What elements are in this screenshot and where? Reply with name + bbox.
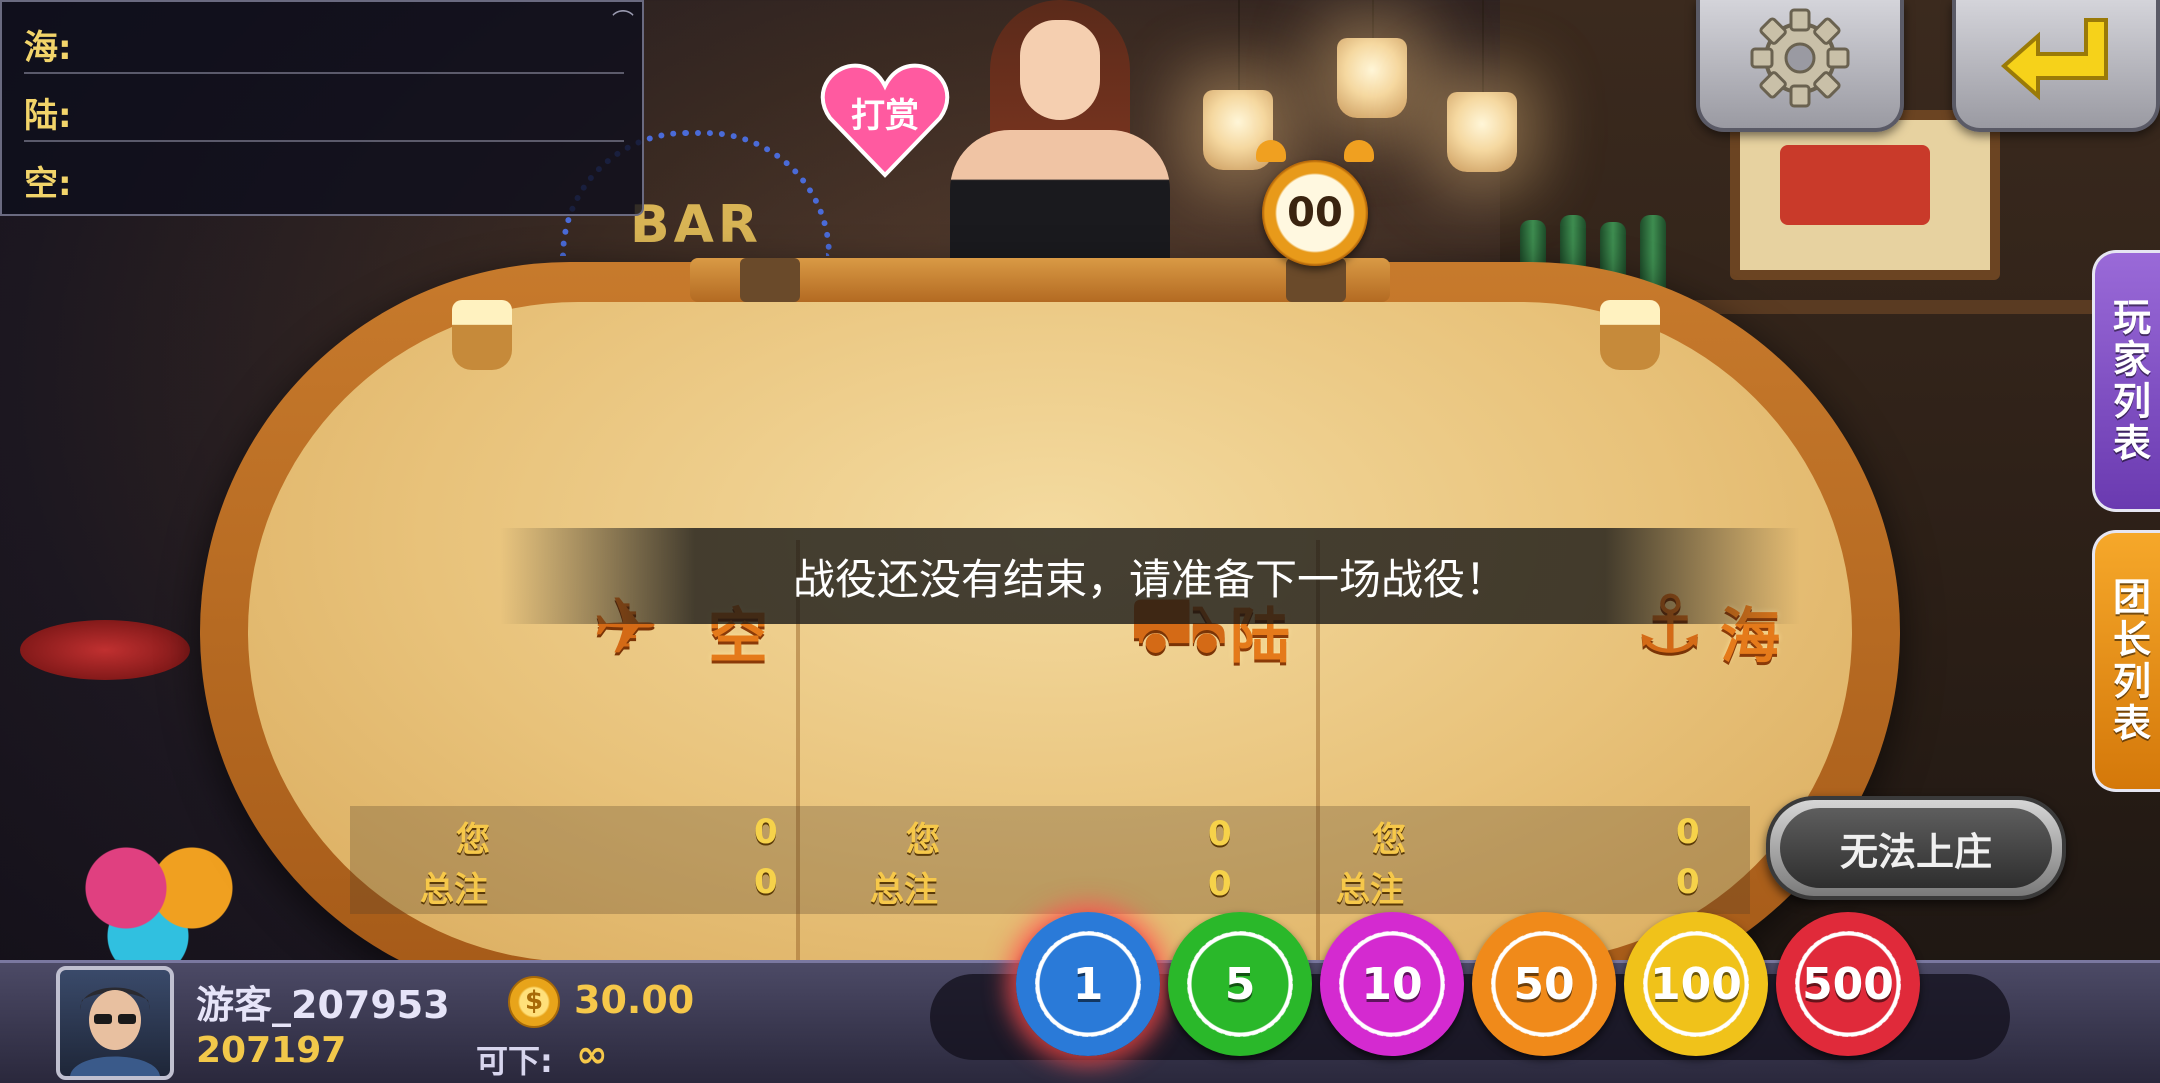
panel-row-air: 空: xyxy=(24,142,624,208)
total-value: 0 xyxy=(1208,864,1232,904)
chip-value: 1 xyxy=(1072,958,1104,1010)
chip-value: 10 xyxy=(1361,958,1423,1010)
bar-stool xyxy=(20,620,190,680)
total-label: 总注 xyxy=(420,870,488,910)
leader-list-label: 团长列表 xyxy=(2106,577,2151,745)
lamp-cord xyxy=(1238,0,1240,95)
panel-label-air: 空: xyxy=(24,164,72,204)
panel-corner-icon: ⌒ xyxy=(611,10,634,35)
settings-button[interactable] xyxy=(1696,0,1904,132)
bet-summary-panel: 海: 陆: 空: ⌒ xyxy=(0,0,644,216)
bar-sign: BAR xyxy=(630,195,762,255)
ceiling-lamp xyxy=(1447,92,1517,172)
pool-balls xyxy=(60,840,280,960)
you-label: 您 xyxy=(456,820,490,860)
total-label: 总注 xyxy=(870,870,938,910)
back-button[interactable] xyxy=(1952,0,2160,132)
panel-label-sea: 海: xyxy=(24,28,72,68)
lamp-cord xyxy=(1482,0,1484,95)
total-value: 0 xyxy=(754,862,778,902)
clock-bell xyxy=(1256,140,1286,162)
dealer-body xyxy=(950,130,1170,270)
chip-100[interactable]: 100 xyxy=(1624,912,1768,1056)
player-name: 游客_207953 xyxy=(196,983,450,1027)
chip-500[interactable]: 500 xyxy=(1776,912,1920,1056)
coin-balance: 30.00 xyxy=(574,978,695,1022)
can-bet-label: 可下: xyxy=(476,1042,553,1080)
chip-value: 50 xyxy=(1513,958,1575,1010)
ceiling-lamp xyxy=(1337,38,1407,118)
dealer-face xyxy=(1020,20,1100,120)
you-label: 您 xyxy=(906,820,940,860)
you-value: 0 xyxy=(1208,814,1232,854)
countdown-timer: 00 xyxy=(1287,190,1343,236)
snack-cup xyxy=(1600,300,1660,370)
you-value: 0 xyxy=(1676,812,1700,852)
rail-rivet xyxy=(740,258,800,302)
you-label: 您 xyxy=(1372,820,1406,860)
player-list-tab[interactable]: 玩家列表 xyxy=(2092,250,2160,512)
avatar-portrait xyxy=(70,987,160,1076)
become-banker-button[interactable]: 无法上庄 xyxy=(1766,796,2066,900)
stats-band xyxy=(350,806,1750,914)
chip-5[interactable]: 5 xyxy=(1168,912,1312,1056)
coin-icon: $ xyxy=(508,976,560,1028)
panel-label-land: 陆: xyxy=(24,96,72,136)
clock-bell xyxy=(1344,140,1374,162)
player-list-label: 玩家列表 xyxy=(2106,297,2151,465)
status-message: 战役还没有结束，请准备下一场战役！ xyxy=(792,555,1507,604)
chip-value: 500 xyxy=(1802,958,1894,1010)
you-value: 0 xyxy=(754,812,778,852)
chip-50[interactable]: 50 xyxy=(1472,912,1616,1056)
chip-1[interactable]: 1 xyxy=(1016,912,1160,1056)
return-arrow-icon xyxy=(2000,18,2108,101)
panel-row-land: 陆: xyxy=(24,74,624,142)
snack-cup xyxy=(452,300,512,370)
avatar[interactable] xyxy=(56,966,174,1080)
lamp-cord xyxy=(1372,0,1374,40)
gear-icon xyxy=(1750,8,1850,108)
leader-list-tab[interactable]: 团长列表 xyxy=(2092,530,2160,792)
chip-value: 100 xyxy=(1650,958,1742,1010)
can-bet-value: ∞ xyxy=(576,1032,608,1076)
chip-10[interactable]: 10 xyxy=(1320,912,1464,1056)
chip-value: 5 xyxy=(1224,958,1256,1010)
total-label: 总注 xyxy=(1336,870,1404,910)
wall-frame xyxy=(1730,110,2000,280)
player-id: 207197 xyxy=(196,1030,347,1071)
total-value: 0 xyxy=(1676,862,1700,902)
panel-row-sea: 海: xyxy=(24,6,624,74)
banker-button-label: 无法上庄 xyxy=(1780,808,2052,888)
reward-label: 打赏 xyxy=(851,96,919,136)
